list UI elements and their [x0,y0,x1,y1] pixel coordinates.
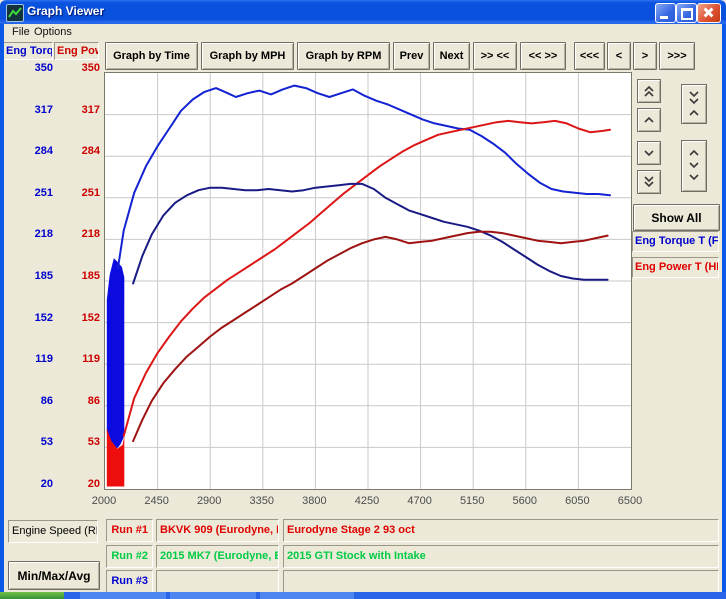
chevron-up-icon [640,111,658,129]
torque-axis-scale: 350 317 284 251 218 185 152 119 86 53 20 [3,0,53,599]
taskbar-button[interactable] [170,592,256,599]
run-label-2: Run #2 [106,545,153,568]
run-label-3: Run #3 [106,570,153,593]
torque-axis-value: 284 [3,145,53,159]
rpm-axis-value: 2450 [135,495,179,507]
rpm-axis-value: 2000 [82,495,126,507]
run-file-field-2[interactable]: 2015 MK7 (Eurodyne, E [156,545,279,568]
toolbar-button-[interactable]: > [633,42,657,70]
chart-plot-area[interactable] [104,72,632,490]
toolbar-button-[interactable]: >> << [473,42,517,70]
power-axis-value: 53 [56,436,100,450]
taskbar-button[interactable] [260,592,354,599]
run-file-field-1[interactable]: BKVK 909 (Eurodyne, I [156,519,279,542]
run-label-1: Run #1 [106,519,153,542]
rpm-axis-value: 5600 [503,495,547,507]
torque-axis-value: 119 [3,353,53,367]
run-description-field-3[interactable] [283,570,719,593]
scale-up-button[interactable] [637,108,661,132]
start-button-fragment[interactable] [0,592,64,599]
scale-up-fast-button[interactable] [637,79,661,103]
run-description-field-2[interactable]: 2015 GTI Stock with Intake [283,545,719,568]
toolbar-button-graph-by-time[interactable]: Graph by Time [105,42,198,70]
rpm-axis-value: 4700 [398,495,442,507]
maximize-button[interactable] [676,3,697,23]
torque-axis-value: 86 [3,395,53,409]
menu-bar: File Options [4,24,722,40]
run-start-torque-band [107,258,125,451]
power-axis-value: 251 [56,187,100,201]
legend-eng-power[interactable]: Eng Power T (HP) [632,257,719,278]
min-max-avg-button[interactable]: Min/Max/Avg [8,561,100,590]
power-axis-value: 185 [56,270,100,284]
rpm-axis-value: 4250 [345,495,389,507]
minimize-icon [660,16,668,19]
power-axis-value: 119 [56,353,100,367]
torque-axis-value: 20 [3,478,53,492]
run-description-field-1[interactable]: Eurodyne Stage 2 93 oct [283,519,719,542]
power-axis-value: 152 [56,312,100,326]
toolbar-button-prev[interactable]: Prev [393,42,430,70]
scale-down-button[interactable] [637,141,661,165]
power-axis-value: 218 [56,228,100,242]
toolbar-button-[interactable]: <<< [574,42,605,70]
torque-axis-value: 350 [3,62,53,76]
dyno-chart [105,73,631,489]
rpm-axis-value: 6500 [608,495,652,507]
windows-taskbar[interactable] [0,592,726,599]
title-bar[interactable]: Graph Viewer [0,0,726,24]
compress-vertical-icon [685,88,703,120]
torque-axis-value: 218 [3,228,53,242]
expand-vertical-icon [685,145,703,187]
legend-eng-torque[interactable]: Eng Torque T (Ft-lb) [632,231,719,252]
grid-lines [105,73,631,489]
x-axis-unit-box: Engine Speed (RPM [8,520,98,543]
power-axis-value: 317 [56,104,100,118]
rpm-axis-value: 2900 [187,495,231,507]
compress-axis-button[interactable] [681,84,707,124]
torque-axis-value: 53 [3,436,53,450]
minimize-button[interactable] [655,3,676,23]
series-line [124,121,610,436]
scale-down-fast-button[interactable] [637,170,661,194]
window-border-right [722,24,726,592]
power-axis-value: 284 [56,145,100,159]
power-axis-scale: 350 317 284 251 218 185 152 119 86 53 20 [56,0,100,599]
chevron-double-up-icon [640,82,658,100]
graph-viewer-window: Graph Viewer File Options Eng Torque Eng… [0,0,726,599]
toolbar-button-next[interactable]: Next [433,42,470,70]
close-button[interactable] [697,3,721,23]
torque-axis-value: 251 [3,187,53,201]
toolbar-button-graph-by-rpm[interactable]: Graph by RPM [297,42,390,70]
chevron-double-down-icon [640,173,658,191]
rpm-axis-value: 5150 [450,495,494,507]
rpm-axis-value: 6050 [555,495,599,507]
toolbar-button-[interactable]: >>> [659,42,695,70]
run-file-field-3[interactable] [156,570,279,593]
rpm-axis-value: 3350 [240,495,284,507]
rpm-axis-value: 3800 [292,495,336,507]
toolbar-button-graph-by-mph[interactable]: Graph by MPH [201,42,294,70]
show-all-button[interactable]: Show All [633,204,720,231]
window-border-left [0,24,4,592]
torque-axis-value: 152 [3,312,53,326]
power-axis-value: 20 [56,478,100,492]
taskbar-button[interactable] [80,592,166,599]
torque-axis-value: 317 [3,104,53,118]
maximize-icon [681,8,693,20]
toolbar-button-[interactable]: < [607,42,631,70]
torque-axis-value: 185 [3,270,53,284]
expand-axis-button[interactable] [681,140,707,192]
power-axis-value: 350 [56,62,100,76]
toolbar-button-[interactable]: << >> [520,42,566,70]
power-axis-value: 86 [56,395,100,409]
chevron-down-icon [640,144,658,162]
series-line [133,184,607,284]
